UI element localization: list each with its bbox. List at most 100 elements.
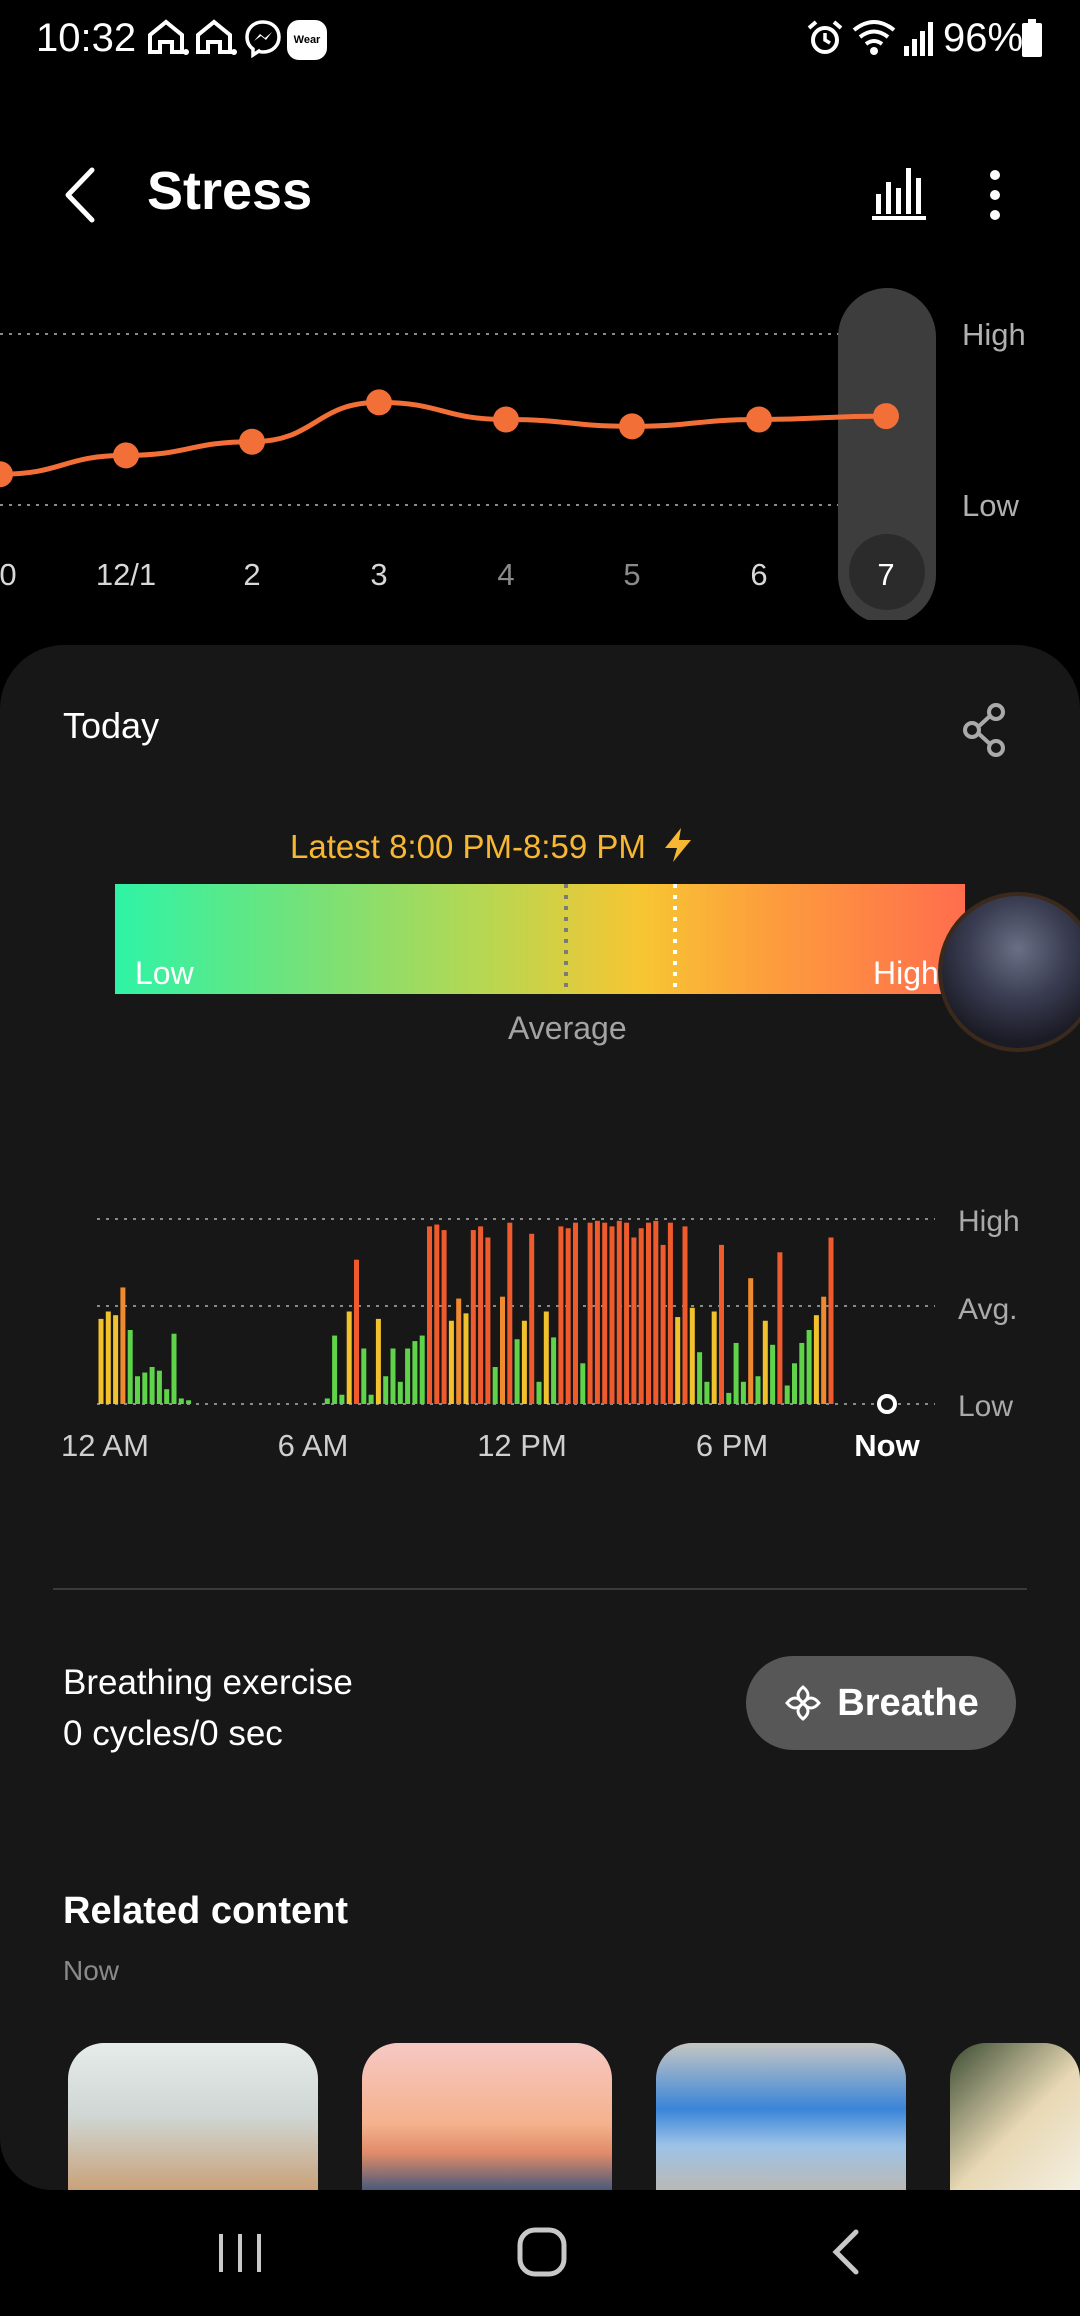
stress-bar [383,1376,389,1404]
trend-point [493,406,519,433]
latest-range-label: Latest 8:00 PM-8:59 PM [290,826,695,866]
stress-bar [740,1381,746,1404]
stress-bar [821,1296,827,1404]
home-button[interactable] [516,2226,568,2278]
stress-bar [98,1318,104,1404]
related-thumbnail-workout[interactable] [68,2043,318,2190]
stress-bar [777,1252,783,1404]
day-x-label: 12 AM [61,1428,149,1463]
stress-bar [142,1372,148,1404]
stress-bar [448,1320,454,1404]
related-thumbnail-nature[interactable] [950,2043,1080,2190]
share-icon[interactable] [960,700,1010,760]
today-label: Today [63,705,160,746]
related-content-title: Related content [63,1890,349,1932]
trend-point [239,428,265,455]
page-title: Stress [147,161,313,221]
stress-bar [427,1226,432,1404]
stress-bar [543,1311,549,1404]
stress-bar [719,1244,724,1404]
nav-back-button[interactable] [828,2226,864,2278]
breathe-button-label: Breathe [837,1681,979,1724]
trend-point [619,413,645,440]
stress-bar [368,1394,374,1404]
trend-x-label: 5 [623,557,640,592]
stress-bar [419,1335,425,1404]
stress-bar [704,1381,710,1404]
stress-bar [507,1222,513,1404]
stress-bar [339,1394,345,1404]
bar-chart-icon[interactable] [868,160,932,224]
breathe-button[interactable]: Breathe [746,1656,1016,1750]
related-thumbnail-relax[interactable] [656,2043,906,2190]
related-thumbnail-sunset[interactable] [362,2043,612,2190]
stress-bar [770,1344,776,1404]
stress-bar [529,1233,535,1404]
stress-bar [792,1363,797,1404]
stress-bar [390,1348,396,1404]
trend-x-label: 6 [750,557,767,592]
stress-bar [602,1222,608,1404]
stress-bar [127,1330,133,1404]
weekly-stress-chart[interactable]: High Low 0 12/1 2 3 4 5 6 7 [0,280,1080,620]
stress-bar [711,1311,717,1404]
stress-bar [558,1226,564,1404]
stress-bar [324,1398,330,1404]
stress-bar [492,1367,498,1404]
day-x-label: 6 PM [696,1428,768,1463]
stress-bar [113,1315,119,1404]
stress-bar [828,1237,834,1404]
back-button[interactable] [52,160,112,230]
stress-bar [463,1313,469,1404]
trend-x-label: 2 [243,557,260,592]
signal-icon [904,22,933,56]
day-y-high: High [958,1205,1020,1238]
more-options-icon[interactable] [970,160,1020,230]
day-y-avg: Avg. [958,1293,1018,1326]
stress-bar [156,1370,162,1404]
stress-bar [354,1259,359,1404]
trend-point [873,403,899,430]
stress-bar [762,1320,768,1404]
battery-percent: 96% [943,16,1024,60]
stress-bar [521,1320,527,1404]
breathing-exercise-value: 0 cycles/0 sec [63,1714,283,1753]
wifi-icon [852,20,896,55]
battery-icon [1022,19,1042,57]
stress-bar [434,1224,440,1404]
recents-button[interactable] [215,2232,267,2274]
stress-bar [405,1348,411,1404]
wear-icon: Wear [287,20,327,60]
trend-point [366,389,392,416]
stress-bar [470,1230,476,1404]
messenger-icon [245,20,281,58]
lightning-icon [665,828,692,862]
stress-bar [149,1367,155,1404]
trend-point [113,442,139,469]
stress-bar [682,1226,688,1404]
breathing-exercise-title: Breathing exercise [63,1663,353,1702]
trend-x-label: 4 [497,557,514,592]
stress-bar [332,1335,338,1404]
stress-bar [733,1342,739,1404]
stress-bar [813,1315,819,1404]
stress-level-gradient [115,884,965,994]
stress-bar [675,1317,681,1404]
trend-y-high: High [962,317,1026,352]
stress-bar [580,1363,586,1404]
trend-x-label: 0 [0,557,17,592]
stress-bar [441,1230,447,1404]
daily-stress-chart[interactable]: High Avg. Low 12 AM 6 AM 12 PM 6 PM Now [0,1180,1080,1480]
stress-bar [171,1333,177,1404]
stress-bar [806,1330,812,1404]
trend-y-low: Low [962,488,1019,523]
stress-bar [784,1385,790,1404]
stress-bar [638,1228,644,1404]
stress-bar [478,1226,484,1404]
related-content-subtitle: Now [63,1955,120,1986]
stress-bar [164,1389,170,1404]
now-marker [877,1394,897,1414]
stress-bar [361,1348,367,1404]
stress-bar [726,1392,732,1404]
stress-bar [653,1220,659,1404]
